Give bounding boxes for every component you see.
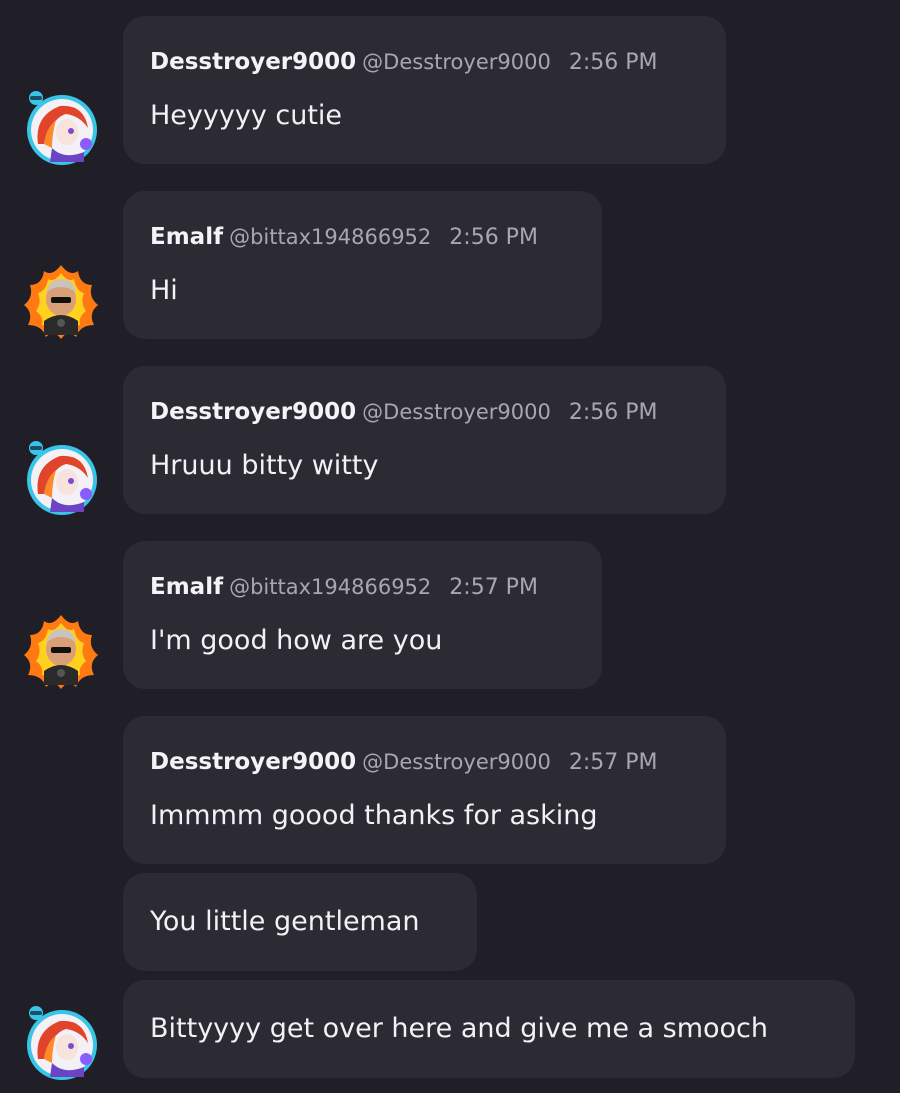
message-text: I'm good how are you — [150, 625, 443, 656]
anime-avatar-icon — [27, 441, 97, 515]
message-text: Immmm goood thanks for asking — [150, 800, 598, 831]
user-avatar-desstroyer[interactable] — [22, 438, 100, 516]
message-text: Hruuu bitty witty — [150, 450, 379, 481]
message-header: Desstroyer9000 @Desstroyer9000 2:56 PM — [150, 397, 657, 428]
message-header: Emalf @bittax194866952 2:56 PM — [150, 222, 538, 253]
message-header: Emalf @bittax194866952 2:57 PM — [150, 572, 538, 603]
message-bubble[interactable]: Desstroyer9000 @Desstroyer9000 2:56 PM Hey… — [123, 16, 726, 164]
message-bubble[interactable]: You little gentleman — [123, 873, 477, 971]
user-avatar-desstroyer[interactable] — [22, 1003, 100, 1081]
message-bubble[interactable]: Emalf @bittax194866952 2:57 PM I'm good ho… — [123, 541, 602, 689]
flame-avatar-icon — [24, 615, 98, 689]
message-bubble[interactable]: Bittyyyy get over here and give me a smo… — [123, 980, 855, 1078]
message-timestamp: 2:57 PM — [449, 575, 538, 600]
author-name[interactable]: Emalf — [150, 224, 223, 250]
message-timestamp: 2:57 PM — [568, 750, 658, 775]
chat-log: Desstroyer9000 @Desstroyer9000 2:56 PM Hey… — [0, 0, 900, 1093]
author-handle: @bittax194866952 — [229, 225, 432, 249]
message-header: Desstroyer9000 @Desstroyer9000 2:56 PM — [150, 47, 657, 78]
message-bubble[interactable]: Emalf @bittax194866952 2:56 PM Hi — [123, 191, 602, 339]
author-handle: @Desstroyer9000 — [362, 50, 551, 74]
message-text: Heyyyyy cutie — [150, 100, 343, 131]
user-avatar-desstroyer[interactable] — [22, 88, 100, 166]
author-handle: @Desstroyer9000 — [362, 400, 551, 424]
author-handle: @bittax194866952 — [229, 575, 432, 599]
flame-avatar-icon — [24, 265, 98, 339]
message-bubble[interactable]: Desstroyer9000 @Desstroyer9000 2:56 PM Hru… — [123, 366, 726, 514]
author-handle: @Desstroyer9000 — [362, 750, 551, 774]
user-avatar-emalf[interactable] — [22, 263, 100, 341]
anime-avatar-icon — [27, 1006, 97, 1080]
author-name[interactable]: Emalf — [150, 574, 223, 600]
author-name[interactable]: Desstroyer9000 — [150, 399, 356, 425]
message-timestamp: 2:56 PM — [568, 400, 658, 425]
message-header: Desstroyer9000 @Desstroyer9000 2:57 PM — [150, 747, 657, 778]
message-text: Bittyyyy get over here and give me a smo… — [150, 1013, 769, 1044]
message-bubble[interactable]: Desstroyer9000 @Desstroyer9000 2:57 PM Imm… — [123, 716, 726, 864]
message-timestamp: 2:56 PM — [568, 50, 658, 75]
author-name[interactable]: Desstroyer9000 — [150, 749, 356, 775]
message-timestamp: 2:56 PM — [449, 225, 538, 250]
anime-avatar-icon — [27, 91, 97, 165]
author-name[interactable]: Desstroyer9000 — [150, 49, 356, 75]
message-text: You little gentleman — [150, 906, 420, 937]
user-avatar-emalf[interactable] — [22, 613, 100, 691]
message-text: Hi — [150, 275, 178, 306]
